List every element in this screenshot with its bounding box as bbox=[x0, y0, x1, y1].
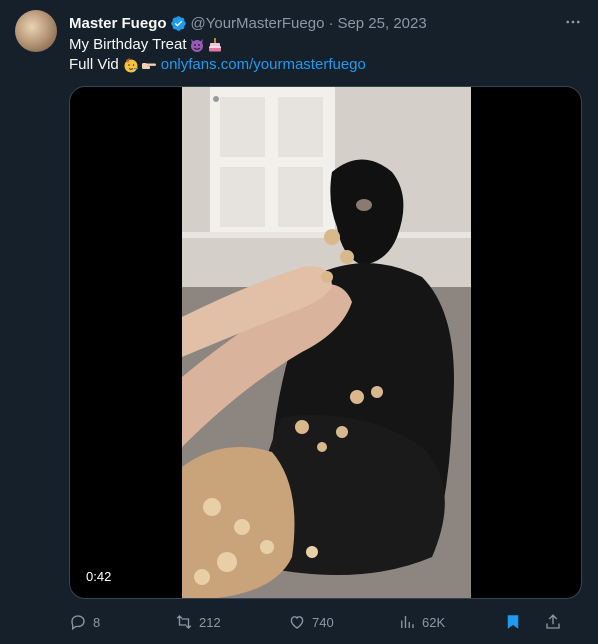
tweet-text-fullvid: Full Vid bbox=[69, 56, 119, 73]
tweet-text-title: My Birthday Treat bbox=[69, 36, 187, 53]
more-dots-icon[interactable] bbox=[562, 12, 584, 32]
onlyfans-link[interactable]: onlyfans.com/yourmasterfuego bbox=[161, 55, 366, 75]
partying-face-emoji-icon bbox=[123, 57, 139, 73]
reply-button[interactable]: 8 bbox=[69, 613, 175, 631]
tweet-text: My Birthday Treat Full Vid onlyfans.com/… bbox=[69, 35, 578, 75]
bookmark-icon bbox=[507, 615, 519, 629]
views-chart-icon bbox=[401, 616, 414, 628]
like-button[interactable]: 740 bbox=[288, 613, 398, 631]
verified-badge-icon bbox=[170, 15, 187, 32]
avatar[interactable] bbox=[15, 10, 57, 52]
tweet-header: Master Fuego @YourMasterFuego · Sep 25, … bbox=[69, 12, 558, 34]
reply-count: 8 bbox=[93, 614, 101, 630]
tweet-actions: 8 212 740 62K bbox=[69, 610, 584, 634]
views-button[interactable]: 62K bbox=[398, 613, 504, 631]
views-count: 62K bbox=[422, 614, 446, 630]
smiling-devil-emoji-icon bbox=[189, 37, 205, 53]
like-count: 740 bbox=[312, 614, 334, 630]
pointing-right-emoji-icon bbox=[141, 57, 157, 73]
repost-button[interactable]: 212 bbox=[175, 613, 288, 631]
separator-dot: · bbox=[328, 14, 334, 32]
heart-icon bbox=[290, 616, 304, 629]
user-handle[interactable]: @YourMasterFuego bbox=[191, 15, 325, 32]
tweet-text-line-2: Full Vid onlyfans.com/yourmasterfuego bbox=[69, 55, 578, 75]
share-button[interactable] bbox=[544, 613, 562, 631]
video-duration: 0:42 bbox=[80, 567, 118, 586]
video-player[interactable]: 0:42 bbox=[69, 86, 582, 599]
tweet-card[interactable]: Master Fuego @YourMasterFuego · Sep 25, … bbox=[0, 0, 598, 644]
birthday-cake-emoji-icon bbox=[207, 37, 223, 53]
video-still-image bbox=[182, 87, 471, 598]
share-icon bbox=[546, 614, 560, 629]
video-thumbnail[interactable] bbox=[182, 87, 471, 598]
repost-count: 212 bbox=[199, 614, 221, 630]
display-name[interactable]: Master Fuego bbox=[69, 15, 167, 32]
tweet-text-line-1: My Birthday Treat bbox=[69, 35, 578, 55]
reply-icon bbox=[71, 615, 85, 631]
bookmark-button[interactable] bbox=[504, 613, 528, 631]
tweet-date[interactable]: Sep 25, 2023 bbox=[337, 15, 426, 32]
repost-icon bbox=[176, 615, 192, 629]
